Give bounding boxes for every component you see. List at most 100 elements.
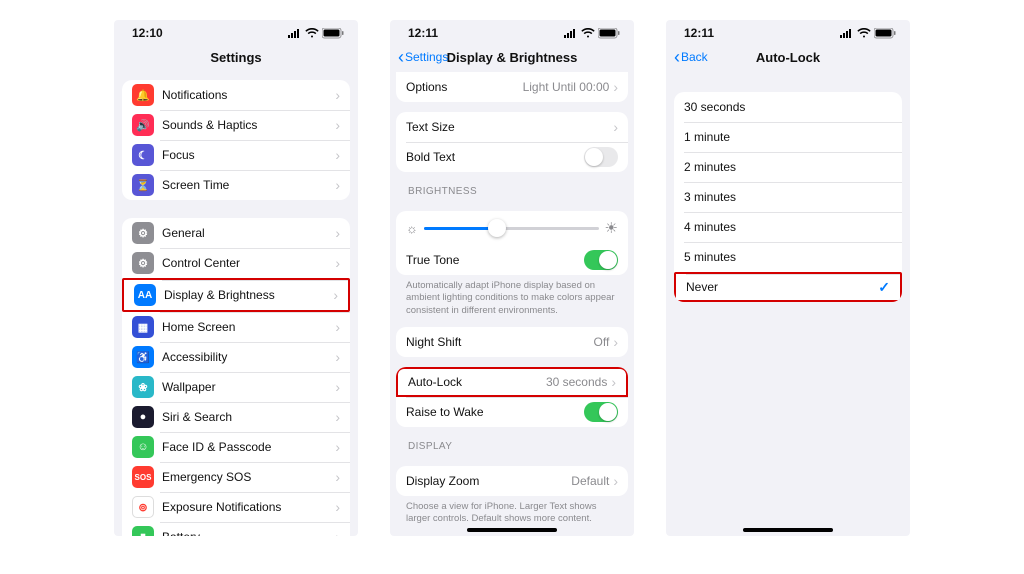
speaker-icon: 🔊 [132, 114, 154, 136]
row-label: Night Shift [406, 335, 594, 349]
settings-row-exposure-notifications[interactable]: ⊚Exposure Notifications› [122, 492, 350, 522]
chevron-right-icon: › [335, 177, 340, 193]
chevron-right-icon: › [611, 374, 616, 390]
gear-icon: ⚙ [132, 222, 154, 244]
chevron-right-icon: › [333, 287, 338, 303]
switches-icon: ⚙ [132, 252, 154, 274]
toggle-bold-text[interactable] [584, 147, 618, 167]
row-label: Home Screen [162, 320, 335, 334]
option-2-minutes[interactable]: 2 minutes [674, 152, 902, 182]
row-options[interactable]: Options Light Until 00:00 › [396, 72, 628, 102]
chevron-left-icon: ‹ [398, 48, 404, 66]
settings-row-sounds-haptics[interactable]: 🔊 Sounds & Haptics› [122, 110, 350, 140]
row-label: Sounds & Haptics [162, 118, 335, 132]
option-1-minute[interactable]: 1 minute [674, 122, 902, 152]
nav-bar: Settings [114, 42, 358, 72]
row-label: Options [406, 80, 523, 94]
status-bar: 12:10 [114, 20, 358, 42]
chevron-right-icon: › [335, 529, 340, 536]
row-bold-text[interactable]: Bold Text [396, 142, 628, 172]
status-time: 12:10 [132, 26, 163, 40]
back-button[interactable]: ‹Settings [398, 42, 448, 72]
nav-bar: ‹Settings Display & Brightness [390, 42, 634, 72]
battery-icon [874, 28, 896, 39]
chevron-right-icon: › [335, 379, 340, 395]
chevron-right-icon: › [335, 255, 340, 271]
exposure-icon: ⊚ [132, 496, 154, 518]
chevron-right-icon: › [335, 147, 340, 163]
settings-row-screen-time[interactable]: ⏳Screen Time› [122, 170, 350, 200]
chevron-right-icon: › [613, 79, 618, 95]
moon-icon: ☾ [132, 144, 154, 166]
brightness-slider-row[interactable]: ☼ ☀ [396, 211, 628, 245]
row-label: Raise to Wake [406, 405, 584, 419]
sos-icon: SOS [132, 466, 154, 488]
row-label: Focus [162, 148, 335, 162]
chevron-right-icon: › [335, 117, 340, 133]
grid-icon: ▦ [132, 316, 154, 338]
row-label: Display & Brightness [164, 288, 333, 302]
brightness-note: Automatically adapt iPhone display based… [390, 275, 634, 317]
row-label: Accessibility [162, 350, 335, 364]
zoom-note: Choose a view for iPhone. Larger Text sh… [390, 496, 634, 526]
settings-row-wallpaper[interactable]: ❀ Wallpaper› [122, 372, 350, 402]
settings-row-focus[interactable]: ☾ Focus› [122, 140, 350, 170]
page-title: Settings [210, 50, 261, 65]
option-30-seconds[interactable]: 30 seconds [674, 92, 902, 122]
settings-row-battery[interactable]: ▮Battery› [122, 522, 350, 536]
settings-row-home-screen[interactable]: ▦Home Screen› [122, 312, 350, 342]
status-time: 12:11 [684, 26, 714, 40]
toggle-raise-to-wake[interactable] [584, 402, 618, 422]
settings-row-emergency-sos[interactable]: SOSEmergency SOS› [122, 462, 350, 492]
row-label: Wallpaper [162, 380, 335, 394]
faceid-icon: ☺ [132, 436, 154, 458]
hourglass-icon: ⏳ [132, 174, 154, 196]
option-3-minutes[interactable]: 3 minutes [674, 182, 902, 212]
option-label: 5 minutes [684, 250, 892, 264]
row-true-tone[interactable]: True Tone [396, 245, 628, 275]
row-text-size[interactable]: Text Size› [396, 112, 628, 142]
chevron-right-icon: › [613, 473, 618, 489]
home-indicator[interactable] [467, 528, 557, 532]
option-label: 1 minute [684, 130, 892, 144]
row-label: Bold Text [406, 150, 584, 164]
chevron-right-icon: › [335, 499, 340, 515]
autolock-group: Auto-Lock 30 seconds › Raise to Wake [396, 367, 628, 427]
settings-row-general[interactable]: ⚙General› [122, 218, 350, 248]
home-indicator[interactable] [743, 528, 833, 532]
battery-icon [322, 28, 344, 39]
row-raise-to-wake[interactable]: Raise to Wake [396, 397, 628, 427]
page-title: Display & Brightness [447, 50, 578, 65]
row-label: Control Center [162, 256, 335, 270]
row-display-zoom[interactable]: Display Zoom Default › [396, 466, 628, 496]
settings-row-control-center[interactable]: ⚙ Control Center› [122, 248, 350, 278]
brightness-slider[interactable] [424, 227, 599, 230]
signal-icon [564, 28, 578, 38]
flower-icon: ❀ [132, 376, 154, 398]
option-never[interactable]: Never✓ [674, 272, 902, 302]
option-label: 4 minutes [684, 220, 892, 234]
settings-row-face-id-passcode[interactable]: ☺Face ID & Passcode› [122, 432, 350, 462]
sun-small-icon: ☼ [406, 221, 418, 236]
settings-group-2: ⚙General›⚙Control Center›AADisplay & Bri… [122, 218, 350, 536]
row-night-shift[interactable]: Night Shift Off › [396, 327, 628, 357]
settings-row-notifications[interactable]: 🔔Notifications› [122, 80, 350, 110]
toggle-true-tone[interactable] [584, 250, 618, 270]
back-button[interactable]: ‹Back [674, 42, 708, 72]
option-4-minutes[interactable]: 4 minutes [674, 212, 902, 242]
settings-row-accessibility[interactable]: ♿Accessibility› [122, 342, 350, 372]
display-zoom-group: Display Zoom Default › [396, 466, 628, 496]
display-brightness-screen: 12:11 ‹Settings Display & Brightness Opt… [390, 20, 634, 536]
sun-large-icon: ☀ [605, 219, 618, 237]
row-auto-lock[interactable]: Auto-Lock 30 seconds › [396, 367, 628, 397]
settings-row-siri-search[interactable]: ●Siri & Search› [122, 402, 350, 432]
wifi-icon [305, 28, 319, 38]
section-header-brightness: BRIGHTNESS [390, 172, 634, 201]
row-label: Face ID & Passcode [162, 440, 335, 454]
chevron-right-icon: › [613, 334, 618, 350]
nav-bar: ‹Back Auto-Lock [666, 42, 910, 72]
option-5-minutes[interactable]: 5 minutes [674, 242, 902, 272]
wifi-icon [857, 28, 871, 38]
settings-row-display-brightness[interactable]: AADisplay & Brightness› [122, 278, 350, 312]
chevron-right-icon: › [335, 349, 340, 365]
